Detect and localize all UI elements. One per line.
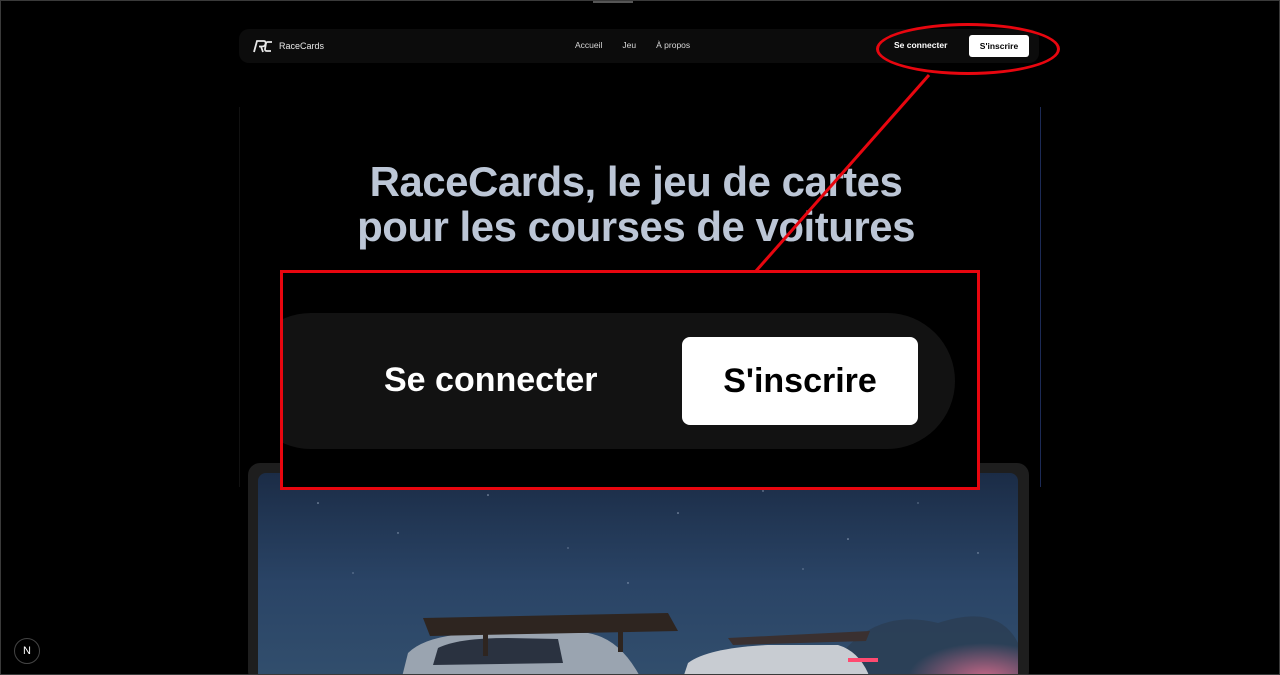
race-car-image <box>258 473 1018 674</box>
zoom-login-label: Se connecter <box>384 361 598 399</box>
annotation-ellipse <box>876 23 1060 75</box>
zoom-callout: Se connecter S'inscrire <box>280 270 980 490</box>
hero-title: RaceCards, le jeu de cartes pour les cou… <box>357 158 915 250</box>
rc-logo-icon <box>253 40 272 53</box>
nav-link-jeu[interactable]: Jeu <box>622 40 636 50</box>
brand-name: RaceCards <box>279 41 325 51</box>
night-race-illustration <box>258 473 1018 674</box>
browser-viewport: RaceCards Accueil Jeu À propos Se connec… <box>0 0 1280 675</box>
nav-link-accueil[interactable]: Accueil <box>575 40 602 50</box>
dev-indicator[interactable]: N <box>14 638 40 664</box>
window-handle <box>593 1 633 3</box>
hero-image-card <box>248 463 1029 674</box>
nav-link-a-propos[interactable]: À propos <box>656 40 690 50</box>
brand-logo[interactable]: RaceCards <box>253 39 324 53</box>
nav-links: Accueil Jeu À propos <box>575 40 690 50</box>
zoom-signup-button: S'inscrire <box>682 337 918 425</box>
